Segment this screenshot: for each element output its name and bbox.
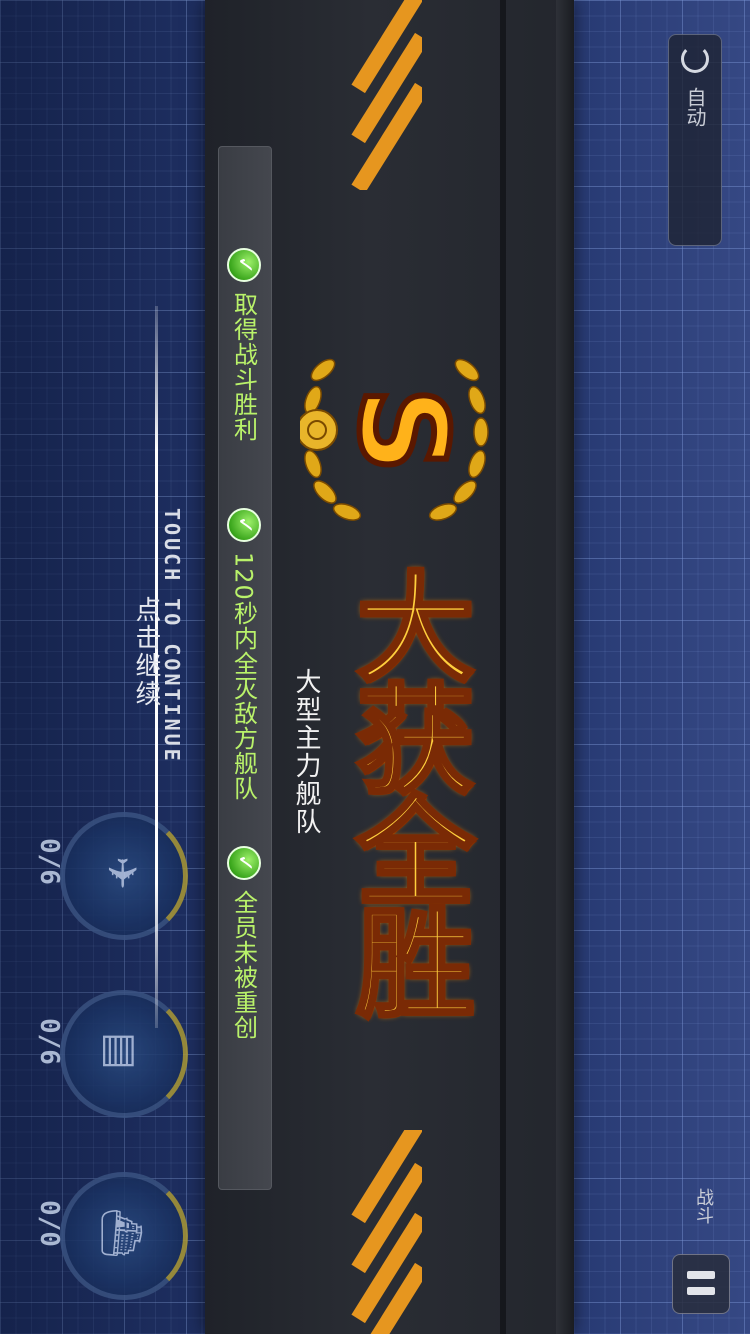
pause-icon-bar bbox=[687, 1287, 715, 1295]
pause-button[interactable] bbox=[672, 1254, 730, 1314]
gauge-count: 0/6 bbox=[34, 838, 64, 885]
pause-icon bbox=[687, 1271, 715, 1279]
objective-label: 全员未被重创 bbox=[229, 890, 258, 1040]
torpedo-icon: ▤ bbox=[98, 1032, 144, 1070]
check-icon: ✓ bbox=[227, 508, 261, 542]
gauge-plane: ✈ bbox=[60, 812, 188, 940]
gauge-count: 0/0 bbox=[34, 1200, 64, 1247]
objective-item: ✓ 120秒内全灭敌方舰队 bbox=[226, 508, 262, 801]
plane-icon: ✈ bbox=[98, 856, 144, 890]
mode-label: 战斗 bbox=[693, 1188, 714, 1224]
ship-icon: ⛴ bbox=[98, 1207, 144, 1259]
banner-divider bbox=[500, 0, 506, 1334]
objective-label: 取得战斗胜利 bbox=[229, 292, 258, 442]
rank-letter: S bbox=[332, 387, 471, 473]
auto-battle-label: 自动 bbox=[683, 87, 707, 127]
s-rank-emblem: S bbox=[300, 358, 489, 521]
gauge-count: 0/6 bbox=[34, 1018, 64, 1065]
hazard-stripes-bottom bbox=[350, 1130, 422, 1334]
check-icon: ✓ bbox=[227, 248, 261, 282]
banner-edge bbox=[556, 0, 574, 1334]
objective-item: ✓ 取得战斗胜利 bbox=[226, 248, 262, 442]
check-icon: ✓ bbox=[227, 846, 261, 880]
gauge-ship: ⛴ bbox=[60, 1172, 188, 1300]
objective-item: ✓ 全员未被重创 bbox=[226, 846, 262, 1040]
gauge-torpedo: ▤ bbox=[60, 990, 188, 1118]
objective-label: 120秒内全灭敌方舰队 bbox=[229, 552, 258, 801]
refresh-icon bbox=[681, 45, 709, 73]
victory-title: 大获全胜 bbox=[334, 564, 476, 1016]
enemy-fleet-name: 大型主力舰队 bbox=[291, 668, 321, 836]
auto-battle-button[interactable]: 自动 bbox=[668, 34, 722, 246]
continue-label-cn[interactable]: 点击继续 bbox=[128, 596, 165, 708]
hazard-stripes-top bbox=[350, 0, 422, 190]
